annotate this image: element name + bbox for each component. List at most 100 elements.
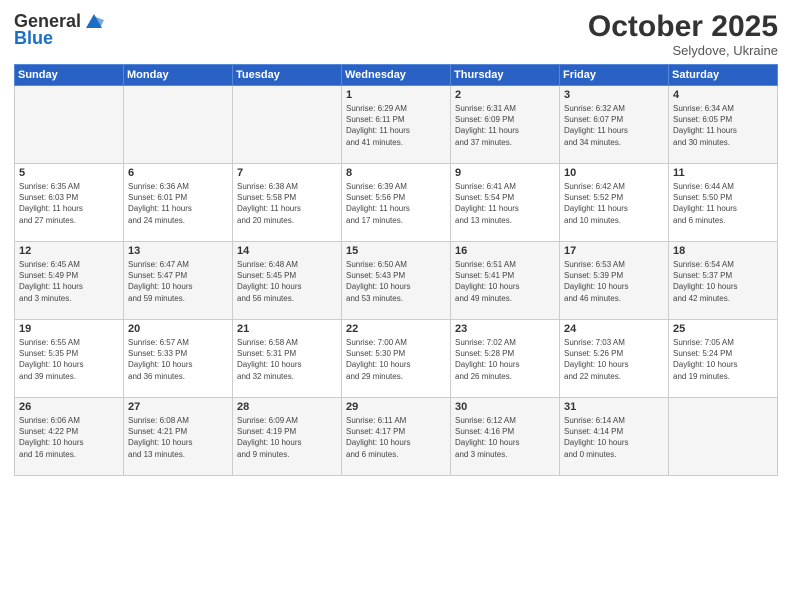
day-cell: 10 Sunrise: 6:42 AM Sunset: 5:52 PM Dayli… <box>560 164 669 242</box>
page: General Blue October 2025 Selydove, Ukra… <box>0 0 792 612</box>
day-cell: 2 Sunrise: 6:31 AM Sunset: 6:09 PM Daylig… <box>451 86 560 164</box>
day-info: Sunrise: 6:57 AM Sunset: 5:33 PM Dayligh… <box>128 337 228 382</box>
day-number: 29 <box>346 401 446 413</box>
day-number: 1 <box>346 89 446 101</box>
day-cell: 19Sunrise: 6:55 AM Sunset: 5:35 PM Dayli… <box>15 320 124 398</box>
day-cell: 22 Sunrise: 7:00 AM Sunset: 5:30 PM Dayli… <box>342 320 451 398</box>
column-header-wednesday: Wednesday <box>342 65 451 86</box>
column-header-thursday: Thursday <box>451 65 560 86</box>
column-header-saturday: Saturday <box>669 65 778 86</box>
day-cell: 12Sunrise: 6:45 AM Sunset: 5:49 PM Dayli… <box>15 242 124 320</box>
month-title: October 2025 <box>588 10 778 43</box>
day-cell: 30 Sunrise: 6:12 AM Sunset: 4:16 PM Dayli… <box>451 398 560 476</box>
day-info: Sunrise: 6:47 AM Sunset: 5:47 PM Dayligh… <box>128 259 228 304</box>
day-number: 2 <box>455 89 555 101</box>
day-number: 30 <box>455 401 555 413</box>
day-cell: 17 Sunrise: 6:53 AM Sunset: 5:39 PM Dayli… <box>560 242 669 320</box>
day-number: 23 <box>455 323 555 335</box>
logo-icon <box>82 10 104 32</box>
day-info: Sunrise: 6:08 AM Sunset: 4:21 PM Dayligh… <box>128 415 228 460</box>
week-row-5: 26 Sunrise: 6:06 AM Sunset: 4:22 PM Dayli… <box>15 398 778 476</box>
day-info: Sunrise: 6:42 AM Sunset: 5:52 PM Dayligh… <box>564 181 664 226</box>
day-info: Sunrise: 6:39 AM Sunset: 5:56 PM Dayligh… <box>346 181 446 226</box>
day-cell: 31Sunrise: 6:14 AM Sunset: 4:14 PM Dayli… <box>560 398 669 476</box>
header-row: SundayMondayTuesdayWednesdayThursdayFrid… <box>15 65 778 86</box>
day-info: Sunrise: 6:45 AM Sunset: 5:49 PM Dayligh… <box>19 259 119 304</box>
day-info: Sunrise: 7:03 AM Sunset: 5:26 PM Dayligh… <box>564 337 664 382</box>
day-number: 10 <box>564 167 664 179</box>
column-header-monday: Monday <box>124 65 233 86</box>
day-cell: 23 Sunrise: 7:02 AM Sunset: 5:28 PM Dayli… <box>451 320 560 398</box>
location-subtitle: Selydove, Ukraine <box>588 43 778 58</box>
day-info: Sunrise: 6:31 AM Sunset: 6:09 PM Dayligh… <box>455 103 555 148</box>
day-cell: 13 Sunrise: 6:47 AM Sunset: 5:47 PM Dayli… <box>124 242 233 320</box>
day-cell: 7Sunrise: 6:38 AM Sunset: 5:58 PM Daylig… <box>233 164 342 242</box>
day-number: 13 <box>128 245 228 257</box>
day-info: Sunrise: 6:12 AM Sunset: 4:16 PM Dayligh… <box>455 415 555 460</box>
day-info: Sunrise: 7:02 AM Sunset: 5:28 PM Dayligh… <box>455 337 555 382</box>
day-info: Sunrise: 6:09 AM Sunset: 4:19 PM Dayligh… <box>237 415 337 460</box>
day-number: 31 <box>564 401 664 413</box>
day-number: 5 <box>19 167 119 179</box>
day-cell: 16 Sunrise: 6:51 AM Sunset: 5:41 PM Dayli… <box>451 242 560 320</box>
day-number: 24 <box>564 323 664 335</box>
day-cell: 4 Sunrise: 6:34 AM Sunset: 6:05 PM Daylig… <box>669 86 778 164</box>
day-cell: 15Sunrise: 6:50 AM Sunset: 5:43 PM Dayli… <box>342 242 451 320</box>
day-cell: 9 Sunrise: 6:41 AM Sunset: 5:54 PM Daylig… <box>451 164 560 242</box>
day-number: 26 <box>19 401 119 413</box>
day-cell: 21Sunrise: 6:58 AM Sunset: 5:31 PM Dayli… <box>233 320 342 398</box>
day-info: Sunrise: 6:41 AM Sunset: 5:54 PM Dayligh… <box>455 181 555 226</box>
week-row-3: 12Sunrise: 6:45 AM Sunset: 5:49 PM Dayli… <box>15 242 778 320</box>
day-info: Sunrise: 6:11 AM Sunset: 4:17 PM Dayligh… <box>346 415 446 460</box>
day-info: Sunrise: 6:44 AM Sunset: 5:50 PM Dayligh… <box>673 181 773 226</box>
day-info: Sunrise: 6:58 AM Sunset: 5:31 PM Dayligh… <box>237 337 337 382</box>
day-cell: 25 Sunrise: 7:05 AM Sunset: 5:24 PM Dayli… <box>669 320 778 398</box>
day-info: Sunrise: 6:53 AM Sunset: 5:39 PM Dayligh… <box>564 259 664 304</box>
day-info: Sunrise: 6:38 AM Sunset: 5:58 PM Dayligh… <box>237 181 337 226</box>
day-number: 18 <box>673 245 773 257</box>
header: General Blue October 2025 Selydove, Ukra… <box>14 10 778 58</box>
week-row-1: 1 Sunrise: 6:29 AM Sunset: 6:11 PM Daylig… <box>15 86 778 164</box>
day-number: 22 <box>346 323 446 335</box>
day-number: 17 <box>564 245 664 257</box>
day-cell: 18Sunrise: 6:54 AM Sunset: 5:37 PM Dayli… <box>669 242 778 320</box>
day-info: Sunrise: 6:36 AM Sunset: 6:01 PM Dayligh… <box>128 181 228 226</box>
day-number: 11 <box>673 167 773 179</box>
day-cell: 29 Sunrise: 6:11 AM Sunset: 4:17 PM Dayli… <box>342 398 451 476</box>
day-number: 28 <box>237 401 337 413</box>
day-info: Sunrise: 6:35 AM Sunset: 6:03 PM Dayligh… <box>19 181 119 226</box>
day-info: Sunrise: 6:06 AM Sunset: 4:22 PM Dayligh… <box>19 415 119 460</box>
week-row-4: 19Sunrise: 6:55 AM Sunset: 5:35 PM Dayli… <box>15 320 778 398</box>
day-number: 19 <box>19 323 119 335</box>
day-number: 16 <box>455 245 555 257</box>
day-cell: 27Sunrise: 6:08 AM Sunset: 4:21 PM Dayli… <box>124 398 233 476</box>
day-number: 25 <box>673 323 773 335</box>
column-header-friday: Friday <box>560 65 669 86</box>
day-cell: 14Sunrise: 6:48 AM Sunset: 5:45 PM Dayli… <box>233 242 342 320</box>
day-cell: 8Sunrise: 6:39 AM Sunset: 5:56 PM Daylig… <box>342 164 451 242</box>
day-cell <box>233 86 342 164</box>
day-number: 14 <box>237 245 337 257</box>
day-info: Sunrise: 7:05 AM Sunset: 5:24 PM Dayligh… <box>673 337 773 382</box>
day-cell: 28 Sunrise: 6:09 AM Sunset: 4:19 PM Dayli… <box>233 398 342 476</box>
day-cell: 1 Sunrise: 6:29 AM Sunset: 6:11 PM Daylig… <box>342 86 451 164</box>
title-block: October 2025 Selydove, Ukraine <box>588 10 778 58</box>
day-number: 3 <box>564 89 664 101</box>
day-info: Sunrise: 6:50 AM Sunset: 5:43 PM Dayligh… <box>346 259 446 304</box>
day-cell: 24 Sunrise: 7:03 AM Sunset: 5:26 PM Dayli… <box>560 320 669 398</box>
day-cell: 6 Sunrise: 6:36 AM Sunset: 6:01 PM Daylig… <box>124 164 233 242</box>
day-number: 9 <box>455 167 555 179</box>
day-info: Sunrise: 6:34 AM Sunset: 6:05 PM Dayligh… <box>673 103 773 148</box>
day-number: 20 <box>128 323 228 335</box>
day-info: Sunrise: 6:29 AM Sunset: 6:11 PM Dayligh… <box>346 103 446 148</box>
day-cell <box>669 398 778 476</box>
column-header-sunday: Sunday <box>15 65 124 86</box>
day-info: Sunrise: 6:51 AM Sunset: 5:41 PM Dayligh… <box>455 259 555 304</box>
day-info: Sunrise: 7:00 AM Sunset: 5:30 PM Dayligh… <box>346 337 446 382</box>
day-number: 6 <box>128 167 228 179</box>
week-row-2: 5 Sunrise: 6:35 AM Sunset: 6:03 PM Daylig… <box>15 164 778 242</box>
day-number: 4 <box>673 89 773 101</box>
day-cell: 20 Sunrise: 6:57 AM Sunset: 5:33 PM Dayli… <box>124 320 233 398</box>
column-header-tuesday: Tuesday <box>233 65 342 86</box>
day-cell: 26 Sunrise: 6:06 AM Sunset: 4:22 PM Dayli… <box>15 398 124 476</box>
